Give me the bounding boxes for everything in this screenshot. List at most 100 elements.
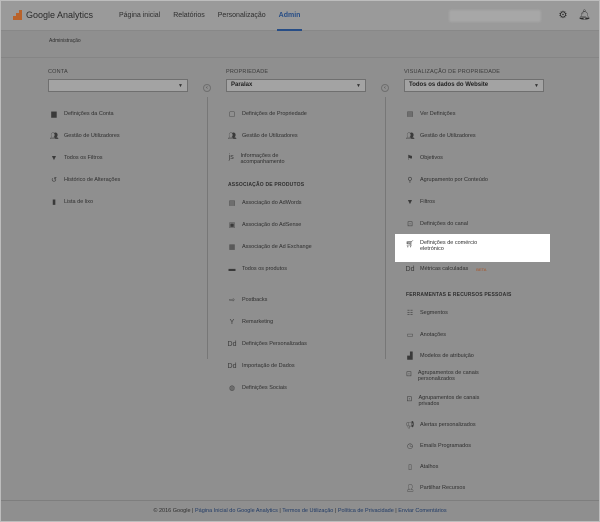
custom-definitions-link[interactable]: Dd Definições Personalizadas (228, 340, 307, 348)
clock-icon: ◷ (406, 443, 414, 450)
code-icon: js (228, 153, 234, 161)
attribution-models-link[interactable]: ▟ Modelos de atribuição (406, 352, 474, 360)
property-users-link[interactable]: 👥︎ Gestão de Utilizadores (228, 132, 298, 140)
link-icon: ▤ (228, 200, 236, 207)
property-select[interactable]: Paralax ▼ (226, 79, 366, 92)
link-icon: ▦ (228, 244, 236, 251)
channel-icon: ⊡ (407, 221, 413, 228)
cart-icon: 🛒︎ (405, 241, 415, 248)
remarketing-link[interactable]: Y Remarketing (228, 318, 274, 326)
annotation-icon: ▭ (406, 332, 414, 339)
adwords-linking-link[interactable]: ▤ Associação do AdWords (228, 199, 302, 207)
copyright: © 2016 Google (153, 508, 191, 514)
main-nav: Página inicial Relatórios Personalização… (119, 1, 303, 31)
channel-icon: ⊡ (406, 396, 413, 403)
nav-admin[interactable]: Admin (276, 1, 303, 31)
view-column: VISUALIZAÇÃO DE PROPRIEDADE Todos os dad… (404, 69, 544, 92)
chevron-down-icon: ▼ (356, 83, 361, 89)
scheduled-emails-link[interactable]: ◷ Emails Programados (406, 442, 471, 450)
segments-icon: ☷ (406, 310, 414, 317)
person-icon: ⚲ (407, 177, 413, 184)
chevron-down-icon: ▼ (178, 83, 183, 89)
ecommerce-settings-link[interactable]: 🛒︎ Definições de comércio eletrónico (406, 240, 501, 252)
dd-icon: Dd (405, 265, 415, 273)
dd-icon: Dd (227, 340, 237, 348)
segments-link[interactable]: ☷ Segmentos (406, 309, 448, 317)
beta-badge: BETA (476, 266, 487, 272)
postbacks-link[interactable]: ⇨ Postbacks (228, 296, 267, 304)
users-icon: 👥︎ (405, 133, 415, 140)
megaphone-icon: 📢︎ (405, 422, 415, 429)
footer-terms-link[interactable]: Termos de Utilização (282, 508, 333, 514)
annotations-link[interactable]: ▭ Anotações (406, 331, 446, 339)
top-bar: Google Analytics Página inicial Relatóri… (1, 1, 599, 31)
document-icon: ▤ (406, 111, 414, 118)
view-users-link[interactable]: 👥︎ Gestão de Utilizadores (406, 132, 476, 140)
account-users-link[interactable]: 👥︎ Gestão de Utilizadores (50, 132, 120, 140)
users-icon: 👥︎ (49, 133, 59, 140)
footer-feedback-link[interactable]: Enviar Comentários (398, 508, 446, 514)
gear-icon[interactable]: ⚙ (557, 9, 569, 23)
share-users-icon: 👤︎ (405, 485, 415, 492)
custom-alerts-link[interactable]: 📢︎ Alertas personalizados (406, 421, 476, 429)
users-icon: 👥︎ (227, 133, 237, 140)
shortcut-icon: ▯ (408, 464, 412, 471)
dd-icon: Dd (227, 362, 237, 370)
data-import-link[interactable]: Dd Importação de Dados (228, 362, 295, 370)
adexchange-linking-link[interactable]: ▦ Associação de Ad Exchange (228, 243, 312, 251)
chart-icon: ▟ (407, 353, 413, 360)
footer-privacy-link[interactable]: Política de Privacidade (338, 508, 394, 514)
settings-icon: ▢ (228, 111, 236, 118)
channel-settings-link[interactable]: ⊡ Definições do canal (406, 220, 468, 228)
adsense-linking-link[interactable]: ▣ Associação do AdSense (228, 221, 302, 229)
view-label: VISUALIZAÇÃO DE PROPRIEDADE (404, 69, 501, 75)
trash-link[interactable]: ▮ Lista de lixo (50, 198, 93, 206)
building-icon: ▆ (51, 111, 57, 118)
shortcuts-link[interactable]: ▯ Atalhos (406, 463, 438, 471)
expand-arrow-icon: ‹ (203, 84, 211, 92)
postback-icon: ⇨ (229, 297, 235, 304)
bell-icon[interactable]: 🔔︎ (578, 9, 591, 23)
tracking-info-link[interactable]: js Informações de acompanhamento (228, 153, 308, 165)
goals-link[interactable]: ⚑ Objetivos (406, 154, 443, 162)
chevron-down-icon: ▼ (534, 83, 539, 89)
channel-icon: ⊡ (406, 371, 412, 378)
flag-icon: ⚑ (406, 155, 414, 162)
filter-icon: ▼ (50, 154, 58, 162)
private-channel-groupings-link[interactable]: ⊡ Agrupamentos de canais privados (406, 395, 486, 407)
view-select[interactable]: Todos os dados do Website ▼ (404, 79, 544, 92)
property-label: PROPRIEDADE (226, 69, 269, 75)
all-products-link[interactable]: ▬ Todos os produtos (228, 265, 287, 273)
calculated-metrics-link[interactable]: Dd Métricas calculadas BETA (405, 265, 487, 273)
expand-arrow-icon: ‹ (381, 84, 389, 92)
breadcrumb: Administração (49, 38, 81, 44)
property-settings-link[interactable]: ▢ Definições de Propriedade (228, 110, 307, 118)
custom-channel-groupings-link[interactable]: ⊡ Agrupamentos de canais personalizados (406, 370, 486, 382)
nav-home[interactable]: Página inicial (119, 1, 160, 31)
account-select[interactable]: ▼ (48, 79, 188, 92)
account-settings-link[interactable]: ▆ Definições da Conta (50, 110, 113, 118)
view-settings-link[interactable]: ▤ Ver Definições (406, 110, 456, 118)
globe-icon: ◍ (228, 385, 236, 392)
column-divider (385, 97, 386, 359)
footer-home-link[interactable]: Página Inicial do Google Analytics (195, 508, 278, 514)
column-divider (207, 97, 208, 359)
nav-reports[interactable]: Relatórios (173, 1, 205, 31)
content-grouping-link[interactable]: ⚲ Agrupamento por Conteúdo (406, 176, 487, 184)
product-linking-heading: ASSOCIAÇÃO DE PRODUTOS (228, 182, 305, 188)
nav-customization[interactable]: Personalização (218, 1, 266, 31)
account-label: CONTA (48, 69, 68, 75)
ga-logo[interactable]: Google Analytics (13, 10, 93, 20)
social-settings-link[interactable]: ◍ Definições Sociais (228, 384, 287, 392)
all-filters-link[interactable]: ▼ Todos os Filtros (50, 154, 103, 162)
admin-content: CONTA ▼ ▆ Definições da Conta 👥︎ Gestão de… (1, 59, 599, 499)
personal-tools-heading: FERRAMENTAS E RECURSOS PESSOAIS (406, 292, 512, 298)
filters-link[interactable]: ▼ Filtros (406, 198, 435, 206)
breadcrumb-bar: Administração (1, 32, 599, 58)
account-selector[interactable] (449, 10, 541, 22)
footer: © 2016 Google | Página Inicial do Google… (1, 500, 599, 521)
remarketing-icon: Y (229, 318, 235, 326)
change-history-link[interactable]: ↺ Histórico de Alterações (50, 176, 120, 184)
share-assets-link[interactable]: 👤︎ Partilhar Recursos (405, 484, 466, 492)
history-icon: ↺ (51, 177, 57, 184)
